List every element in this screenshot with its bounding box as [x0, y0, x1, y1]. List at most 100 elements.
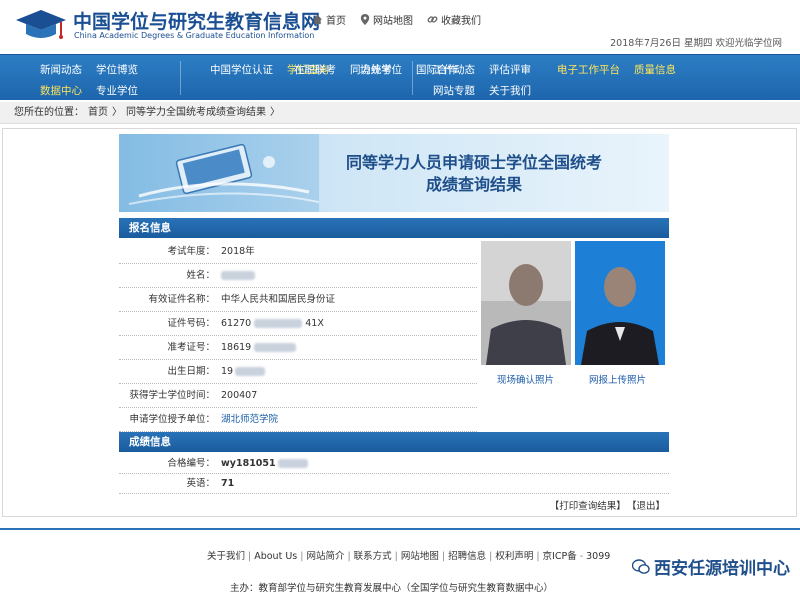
pass-number-prefix: wy181051: [221, 458, 276, 469]
footer-separator: -: [579, 551, 584, 562]
nav-item-certification[interactable]: 中国学位认证: [210, 62, 273, 77]
nav-item-e-platform[interactable]: 电子工作平台: [557, 62, 620, 77]
row-pass-number: 合格编号： wy181051: [119, 454, 669, 474]
redacted-birth: [235, 367, 266, 376]
site-name-cn[interactable]: 中国学位与研究生教育信息网: [73, 7, 320, 34]
result-panel: 同等学力人员申请硕士学位全国统考 成绩查询结果 报名信息 考试年度： 2018年…: [119, 134, 669, 515]
wechat-icon: [632, 558, 650, 574]
footer-separator: |: [394, 551, 398, 562]
onsite-photo: [481, 241, 571, 365]
nav-item-work-news[interactable]: 工作动态: [433, 62, 475, 77]
banner-title: 同等学力人员申请硕士学位全国统考 成绩查询结果: [299, 152, 649, 196]
id-number-suffix: 41X: [305, 318, 324, 329]
footer-link-sitemap[interactable]: 网站地图: [401, 551, 439, 562]
nav-item-quality-info[interactable]: 质量信息: [634, 62, 676, 77]
location-pin-icon: [360, 14, 370, 25]
admission-number-label: 准考证号：: [167, 342, 215, 353]
footer-icp-number: 3099: [586, 551, 611, 562]
bookmark-link-label: 收藏我们: [441, 16, 481, 27]
row-bachelor-date: 获得学士学位时间： 200407: [119, 384, 477, 408]
breadcrumb-arrow: 〉: [112, 107, 122, 118]
online-photo: [575, 241, 665, 365]
online-photo-caption[interactable]: 网报上传照片: [589, 372, 646, 386]
exam-year-value: 2018年: [221, 246, 255, 257]
english-label: 英语：: [186, 478, 215, 489]
nav-item-joint-exam[interactable]: 在职联考: [294, 62, 336, 77]
row-admission-number: 准考证号： 18619: [119, 336, 477, 360]
top-links: 首页 网站地图 收藏我们: [312, 12, 481, 27]
sitemap-link[interactable]: 网站地图: [360, 12, 413, 27]
breadcrumb-current: 同等学力全国统考成绩查询结果: [126, 107, 266, 118]
onsite-photo-caption[interactable]: 现场确认照片: [497, 372, 554, 386]
result-actions: 【打印查询结果】 【退出】: [544, 498, 665, 512]
graduation-cap-logo-icon[interactable]: [14, 8, 68, 44]
score-section-header: 成绩信息: [119, 432, 669, 452]
footer-link-jobs[interactable]: 招聘信息: [448, 551, 486, 562]
nav-item-overseas-degree[interactable]: 境外学位: [360, 62, 402, 77]
footer-link-about-cn[interactable]: 关于我们: [207, 551, 245, 562]
nav-item-professional-degree[interactable]: 专业学位: [96, 83, 138, 98]
home-link[interactable]: 首页: [312, 12, 346, 27]
footer-separator: |: [347, 551, 351, 562]
bachelor-date-value: 200407: [221, 390, 258, 401]
english-score-value: 71: [221, 478, 235, 489]
exam-year-label: 考试年度：: [167, 246, 215, 257]
footer-link-contact[interactable]: 联系方式: [354, 551, 392, 562]
footer-icp[interactable]: 京ICP备: [543, 551, 577, 562]
footer-link-rights[interactable]: 权利声明: [495, 551, 533, 562]
site-name-en: China Academic Degrees & Graduate Educat…: [74, 31, 315, 40]
row-exam-year: 考试年度： 2018年: [119, 240, 477, 264]
admission-number-value: 18619: [221, 336, 297, 360]
nav-item-about[interactable]: 关于我们: [489, 83, 531, 98]
id-type-label: 有效证件名称：: [148, 294, 215, 305]
id-number-prefix: 61270: [221, 318, 252, 329]
redacted-admission: [254, 343, 297, 352]
birth-date-label: 出生日期：: [167, 366, 215, 377]
nav-item-news[interactable]: 新闻动态: [40, 62, 82, 77]
footer-separator: |: [536, 551, 540, 562]
print-button[interactable]: 【打印查询结果】: [550, 501, 626, 512]
result-banner: 同等学力人员申请硕士学位全国统考 成绩查询结果: [119, 134, 669, 212]
banner-title-line2: 成绩查询结果: [425, 175, 522, 194]
degree-unit-label: 申请学位授予单位：: [129, 414, 215, 425]
nav-item-evaluation[interactable]: 评估评审: [489, 62, 531, 77]
name-label: 姓名：: [186, 270, 215, 281]
site-footer: 关于我们 | About Us | 网站简介 | 联系方式 | 网站地图 | 招聘信息 | 权利声明 | 京…: [0, 528, 800, 598]
bookmark-link[interactable]: 收藏我们: [427, 12, 481, 27]
sitemap-link-label: 网站地图: [373, 16, 413, 27]
breadcrumb-home[interactable]: 首页: [88, 107, 108, 118]
footer-separator: |: [248, 551, 252, 562]
birth-date-value: 19: [221, 360, 266, 384]
row-degree-unit: 申请学位授予单位： 湖北师范学院: [119, 408, 477, 432]
watermark: 西安任源培训中心: [632, 554, 790, 579]
nav-item-degree-expo[interactable]: 学位博览: [96, 62, 138, 77]
nav-item-topics[interactable]: 网站专题: [433, 83, 475, 98]
home-link-label: 首页: [326, 16, 346, 27]
footer-separator: |: [489, 551, 493, 562]
row-english-score: 英语： 71: [119, 474, 669, 494]
row-id-type: 有效证件名称： 中华人民共和国居民身份证: [119, 288, 477, 312]
footer-separator: |: [300, 551, 304, 562]
id-number-value: 61270 41X: [221, 312, 324, 336]
id-number-label: 证件号码：: [167, 318, 215, 329]
breadcrumb-prefix: 您所在的位置：: [14, 107, 84, 118]
footer-separator: |: [441, 551, 446, 562]
footer-link-intro[interactable]: 网站简介: [306, 551, 344, 562]
redacted-id: [254, 319, 303, 328]
banner-title-line1: 同等学力人员申请硕士学位全国统考: [345, 153, 602, 172]
person-photo-icon: [575, 241, 665, 365]
nav-divider: [412, 61, 413, 95]
bachelor-date-label: 获得学士学位时间：: [129, 390, 215, 401]
link-icon: [427, 16, 438, 23]
computer-decor-icon: [119, 134, 319, 212]
degree-unit-value: 湖北师范学院: [221, 414, 279, 425]
footer-host: 主办：教育部学位与研究生教育发展中心（全国学位与研究生教育数据中心）: [230, 583, 554, 594]
footer-link-about-en[interactable]: About Us: [254, 551, 297, 562]
admission-number-prefix: 18619: [221, 342, 252, 353]
watermark-text: 西安任源培训中心: [654, 559, 790, 579]
id-type-value: 中华人民共和国居民身份证: [221, 294, 336, 305]
nav-item-data-center[interactable]: 数据中心: [40, 83, 82, 98]
redacted-name: [221, 271, 255, 280]
exit-button[interactable]: 【退出】: [632, 501, 665, 512]
date-welcome: 2018年7月26日 星期四 欢迎光临学位网: [610, 38, 782, 49]
